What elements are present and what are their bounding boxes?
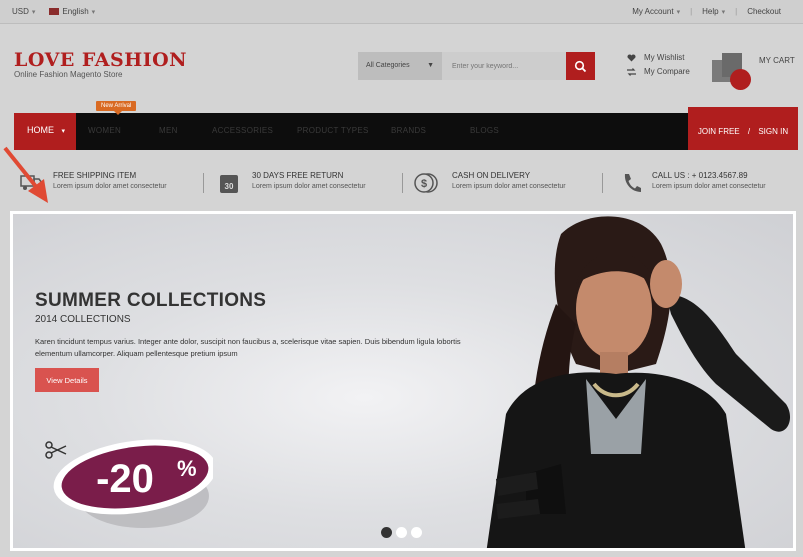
- view-details-button[interactable]: View Details: [35, 368, 99, 392]
- chevron-down-icon: ▾: [676, 9, 681, 16]
- caret-down-icon: ▼: [427, 62, 434, 69]
- hero-slider[interactable]: SUMMER COLLECTIONS 2014 COLLECTIONS Kare…: [10, 211, 796, 551]
- divider: [203, 173, 204, 193]
- search-input[interactable]: [442, 52, 566, 80]
- new-arrival-badge: New Arrival: [96, 101, 137, 115]
- site-logo[interactable]: LOVE FASHION: [14, 49, 187, 71]
- chevron-down-icon: ▾: [721, 9, 726, 16]
- slider-pagination: [381, 527, 422, 538]
- site-tagline: Online Fashion Magento Store: [14, 70, 123, 79]
- hero-subtitle: 2014 COLLECTIONS: [35, 314, 131, 325]
- sign-in-link[interactable]: SIGN IN: [758, 127, 788, 136]
- slider-dot[interactable]: [411, 527, 422, 538]
- join-signin-box: JOIN FREE / SIGN IN: [688, 107, 798, 150]
- search-bar: All Categories ▼: [358, 52, 595, 80]
- compare-icon: [627, 67, 636, 76]
- language-select[interactable]: English ▾: [49, 7, 95, 16]
- my-account-link[interactable]: My Account ▾: [632, 7, 680, 16]
- nav-item-men[interactable]: MEN: [159, 126, 178, 135]
- main-nav: HOME ▾ WOMEN MEN ACCESSORIES PRODUCT TYP…: [14, 113, 798, 150]
- nav-item-women[interactable]: WOMEN: [88, 126, 121, 135]
- discount-percent: %: [177, 456, 197, 481]
- chevron-down-icon: ▾: [91, 9, 96, 16]
- cart-count-badge: [730, 69, 751, 90]
- slider-dot[interactable]: [381, 527, 392, 538]
- join-free-link[interactable]: JOIN FREE: [698, 127, 740, 136]
- svg-text:30: 30: [225, 182, 234, 191]
- divider: |: [690, 7, 693, 16]
- discount-badge: -20 %: [53, 439, 213, 528]
- feature-shipping: FREE SHIPPING ITEM Lorem ipsum dolor ame…: [53, 171, 167, 190]
- feature-return: 30 DAYS FREE RETURN Lorem ipsum dolor am…: [252, 171, 366, 190]
- divider: [602, 173, 603, 193]
- chevron-down-icon: ▾: [31, 9, 36, 16]
- discount-value: -20: [96, 457, 154, 501]
- cart-button[interactable]: [712, 50, 752, 90]
- checkout-link[interactable]: Checkout: [747, 7, 781, 16]
- slider-dot[interactable]: [396, 527, 407, 538]
- divider: /: [747, 127, 751, 136]
- coins-icon: $: [414, 173, 438, 193]
- nav-item-product-types[interactable]: PRODUCT TYPES: [297, 126, 369, 135]
- hero-title: SUMMER COLLECTIONS: [35, 290, 267, 311]
- feature-cod: CASH ON DELIVERY Lorem ipsum dolor amet …: [452, 171, 566, 190]
- top-bar: USD ▾ English ▾ My Account ▾ | Help ▾ | Chec…: [0, 0, 803, 24]
- chevron-down-icon: ▾: [61, 128, 66, 135]
- calendar-icon: 30: [220, 175, 238, 193]
- wishlist-link[interactable]: My Wishlist: [627, 53, 690, 62]
- cart-label[interactable]: MY CART: [759, 56, 795, 65]
- annotation-arrow-icon: [3, 146, 48, 203]
- divider: [402, 173, 403, 193]
- nav-item-blogs[interactable]: BLOGS: [470, 126, 499, 135]
- currency-select[interactable]: USD ▾: [12, 7, 35, 16]
- phone-icon: [624, 174, 641, 192]
- help-link[interactable]: Help ▾: [702, 7, 725, 16]
- flag-icon: [49, 8, 60, 16]
- model-photo: [486, 216, 791, 548]
- nav-item-brands[interactable]: BRANDS: [391, 126, 426, 135]
- svg-text:$: $: [421, 178, 427, 190]
- compare-link[interactable]: My Compare: [627, 67, 690, 76]
- heart-icon: [627, 53, 636, 61]
- search-category-select[interactable]: All Categories ▼: [358, 52, 442, 80]
- search-icon: [574, 60, 587, 72]
- search-button[interactable]: [566, 52, 595, 80]
- scissors-icon: [45, 441, 67, 459]
- divider: |: [735, 7, 738, 16]
- feature-call: CALL US : + 0123.4567.89 Lorem ipsum dol…: [652, 171, 766, 190]
- header-links: My Wishlist My Compare: [627, 53, 690, 81]
- hero-description: Karen tincidunt tempus varius. Integer a…: [35, 337, 461, 358]
- nav-item-accessories[interactable]: ACCESSORIES: [212, 126, 273, 135]
